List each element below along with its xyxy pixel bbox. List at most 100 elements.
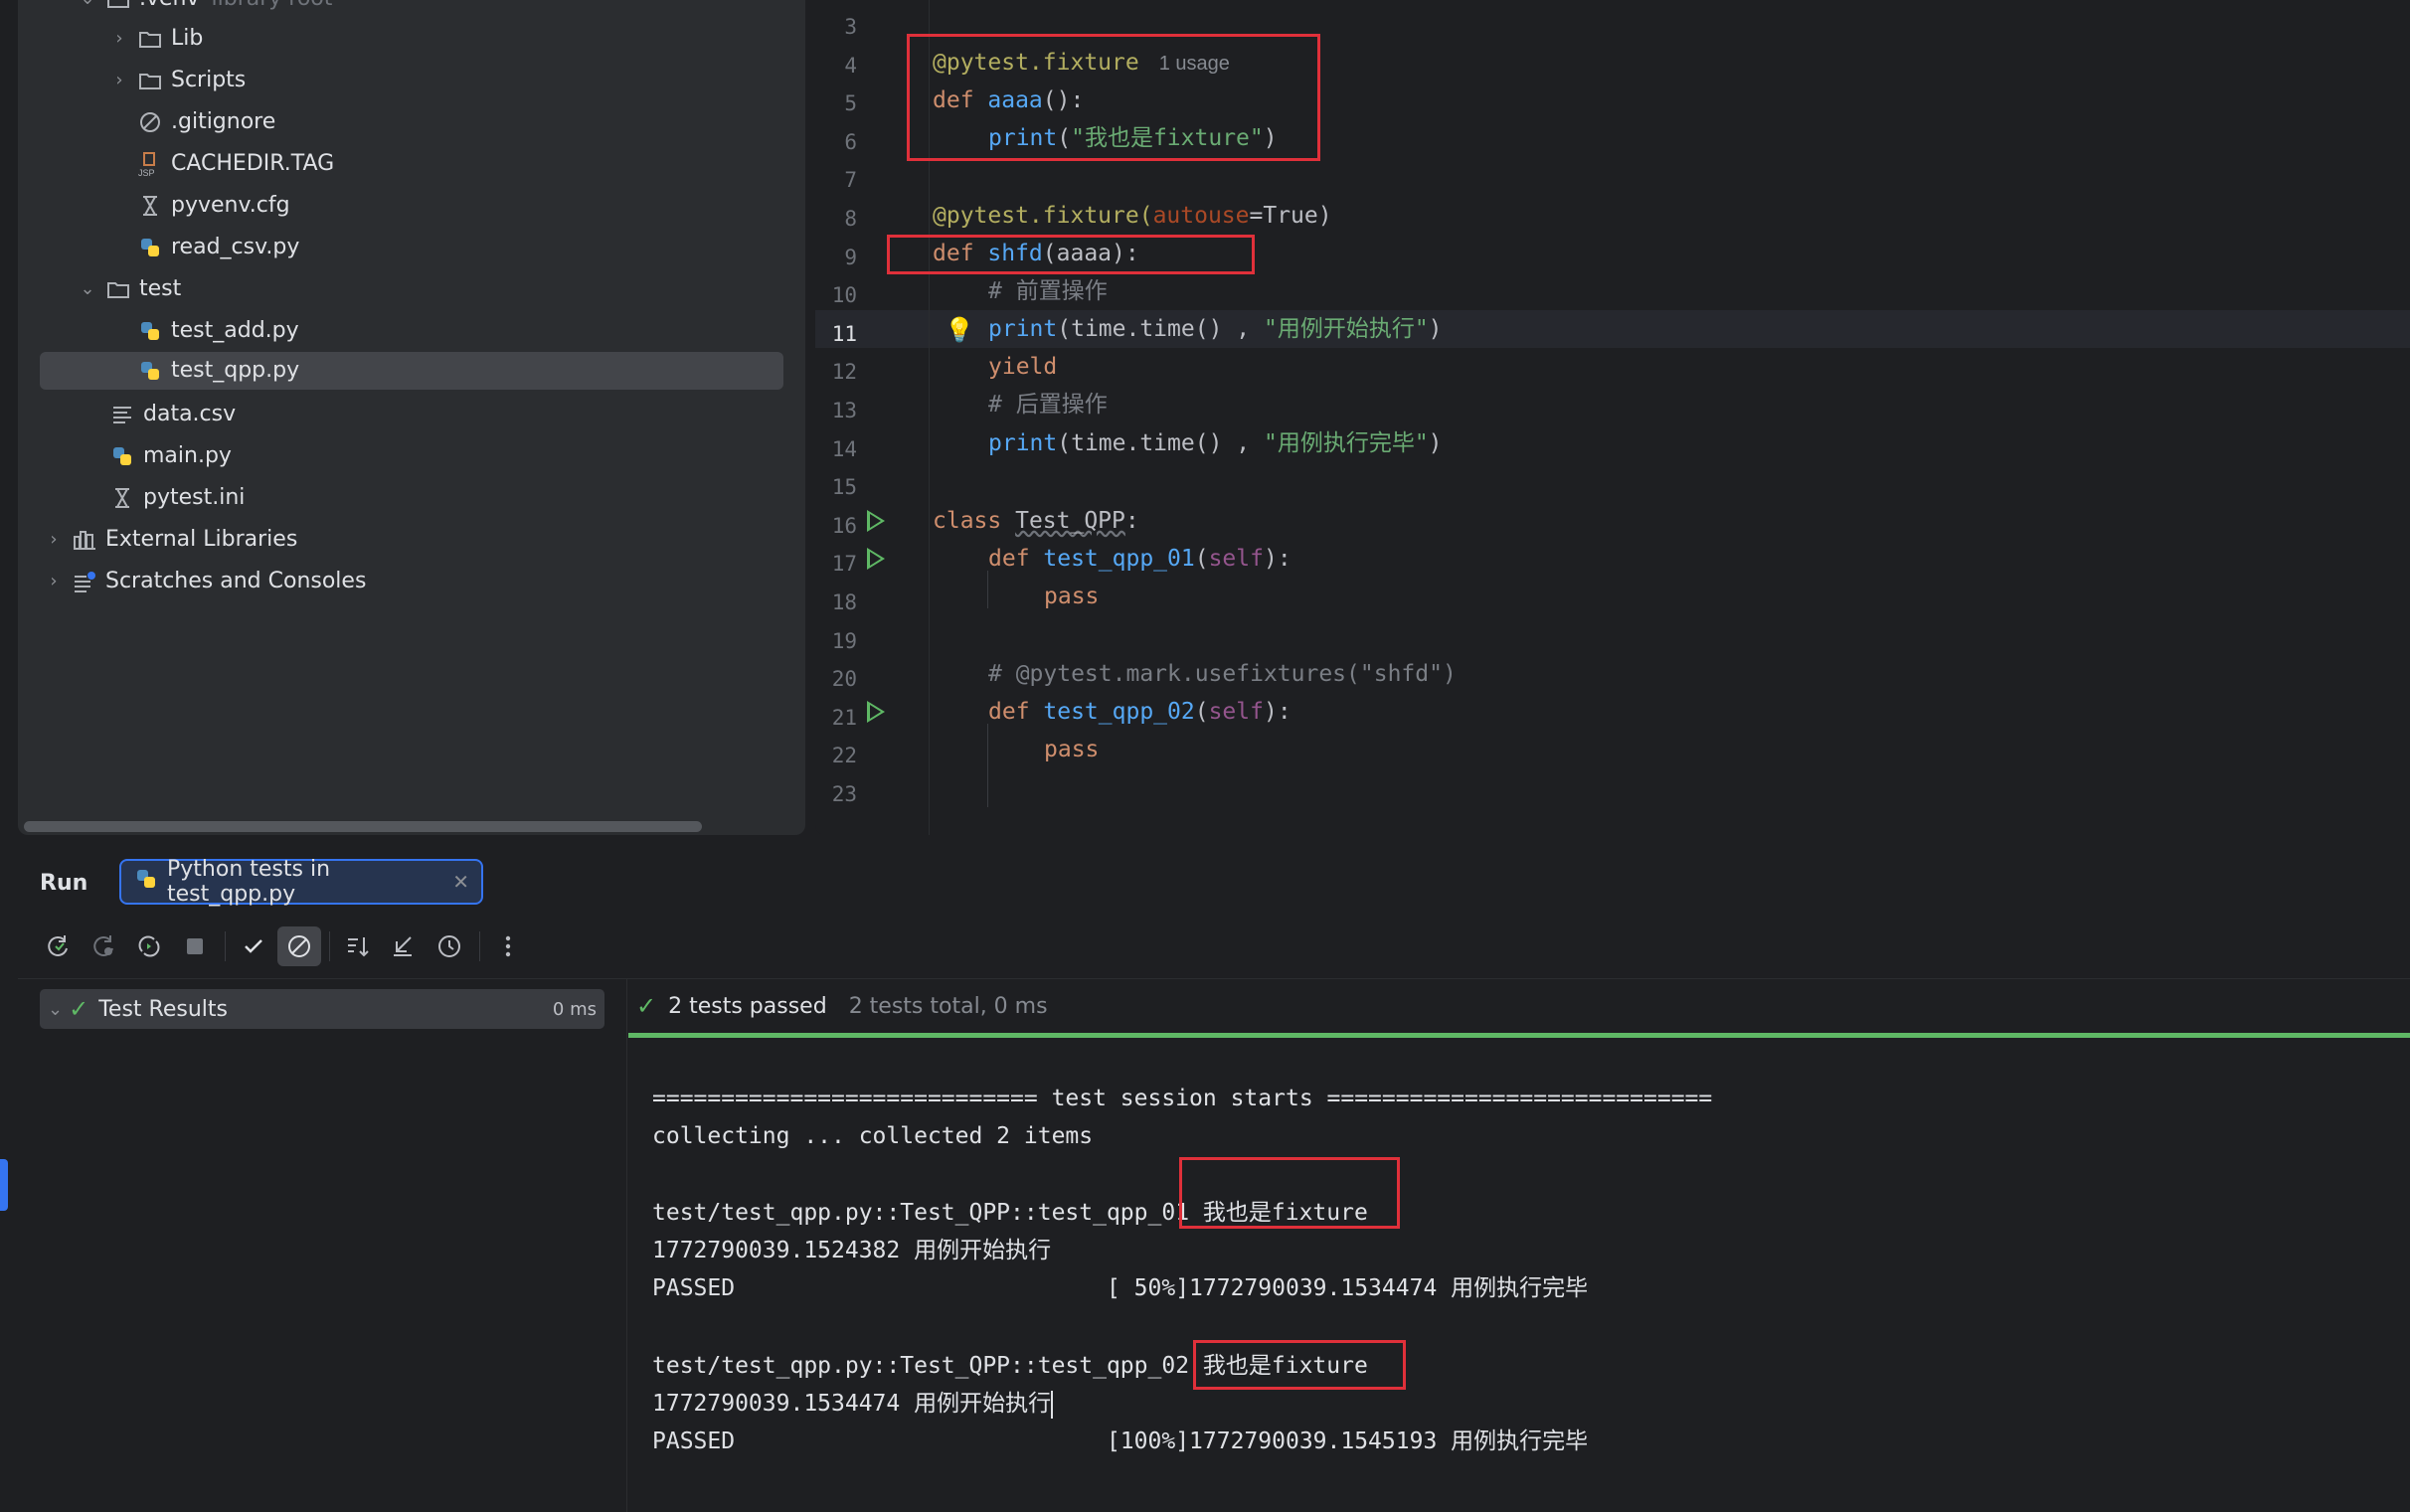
code-text: ) <box>1428 316 1443 342</box>
collapse-icon[interactable] <box>382 926 426 966</box>
tree-item-scripts[interactable]: › Scripts <box>109 62 246 99</box>
close-icon[interactable]: ✕ <box>452 870 469 894</box>
tree-item-label: External Libraries <box>105 527 298 552</box>
code-text: (time.time() , <box>1057 430 1264 456</box>
code-line-17: def test_qpp_01(self): <box>988 540 1291 578</box>
line-number: 11 <box>831 321 857 346</box>
tree-item-main[interactable]: main.py <box>109 437 232 475</box>
show-ignored-icon[interactable] <box>277 926 321 966</box>
line-number: 5 <box>844 91 857 116</box>
toggle-auto-test-icon[interactable] <box>127 926 171 966</box>
tree-item-data-csv[interactable]: data.csv <box>109 396 236 433</box>
run-test-icon[interactable] <box>867 548 885 570</box>
tree-item-venv[interactable]: ⌄ .venv library root <box>78 0 332 18</box>
tree-item-test[interactable]: ⌄ test <box>78 270 181 308</box>
line-number: 20 <box>831 667 857 692</box>
config-file-icon <box>109 485 135 511</box>
self-param: self <box>1208 546 1264 572</box>
passed-check-icon: ✓ <box>636 992 657 1020</box>
keyword: def <box>988 546 1044 572</box>
text-file-icon <box>109 402 135 427</box>
line-number: 12 <box>831 360 857 385</box>
test-results-tree: ⌄ ✓ Test Results 0 ms <box>18 979 627 1512</box>
run-test-icon[interactable] <box>867 701 885 723</box>
svg-text:JSP: JSP <box>138 168 155 177</box>
project-tool-window: ⌄ .venv library root › Lib › Scripts .gi… <box>18 0 805 835</box>
chevron-right-icon: › <box>115 70 123 90</box>
tree-item-label: pytest.ini <box>143 485 246 510</box>
console-line: 1772790039.1524382 用例开始执行 <box>652 1238 1052 1263</box>
chevron-right-icon: › <box>50 571 58 591</box>
tests-total-label: 2 tests total, 0 ms <box>848 993 1048 1019</box>
run-test-icon[interactable] <box>867 510 885 532</box>
tree-item-label: test_qpp.py <box>171 358 300 383</box>
sort-icon[interactable] <box>336 926 380 966</box>
tree-item-pyvenv[interactable]: pyvenv.cfg <box>137 187 290 225</box>
code-keyword-yield: yield <box>988 354 1058 380</box>
python-tests-icon <box>135 868 157 896</box>
tree-item-test-add[interactable]: test_add.py <box>137 312 299 350</box>
code-text: : <box>1124 508 1139 534</box>
code-editor[interactable]: 3 4 5 6 7 8 9 10 11 12 13 14 15 16 17 18 19 20 21 22 23 💡 @p… <box>815 0 2410 835</box>
tree-item-label: .gitignore <box>171 109 276 134</box>
test-progress-bar <box>628 1033 2410 1038</box>
python-file-icon <box>137 318 163 344</box>
line-number: 17 <box>831 552 857 577</box>
stop-icon[interactable] <box>173 926 217 966</box>
code-line-21: def test_qpp_02(self): <box>988 693 1291 731</box>
tree-item-read-csv[interactable]: read_csv.py <box>137 229 299 266</box>
chevron-down-icon: ⌄ <box>78 0 97 18</box>
show-passed-icon[interactable] <box>232 926 275 966</box>
chevron-down-icon: ⌄ <box>80 278 95 299</box>
line-number: 3 <box>844 15 857 39</box>
test-duration: 0 ms <box>552 998 597 1020</box>
history-icon[interactable] <box>428 926 471 966</box>
code-comment: # 前置操作 <box>988 278 1108 304</box>
folder-icon <box>137 26 163 52</box>
console-line: PASSED [ 50%]1772790039.1534474 用例执行完毕 <box>652 1275 1589 1301</box>
highlight-box <box>1193 1340 1406 1390</box>
tree-item-scratches[interactable]: › Scratches and Consoles <box>44 563 366 600</box>
tree-item-test-qpp[interactable]: test_qpp.py <box>40 352 783 390</box>
class-name: Test_QPP <box>1015 508 1125 534</box>
library-icon <box>72 527 97 553</box>
string-literal: "用例开始执行" <box>1263 316 1429 342</box>
rerun-icon[interactable] <box>36 926 80 966</box>
tree-item-label: Scratches and Consoles <box>105 569 367 593</box>
run-toolbar <box>36 924 532 968</box>
tree-item-label: .venv <box>139 0 200 18</box>
horizontal-scrollbar[interactable] <box>24 821 702 832</box>
jsp-file-icon: JSP <box>137 151 163 177</box>
code-text: ): <box>1263 699 1291 725</box>
line-number: 8 <box>844 207 857 231</box>
passed-check-icon: ✓ <box>69 995 89 1023</box>
tree-item-pytest-ini[interactable]: pytest.ini <box>109 479 245 517</box>
lightbulb-icon[interactable]: 💡 <box>945 316 974 344</box>
tests-passed-label: 2 tests passed <box>668 993 827 1019</box>
chevron-down-icon[interactable]: ⌄ <box>48 999 63 1020</box>
rerun-failed-icon[interactable] <box>82 926 125 966</box>
tree-item-label: Scripts <box>171 68 247 92</box>
highlight-box <box>907 34 1320 161</box>
string-literal: "用例执行完毕" <box>1263 430 1429 456</box>
tree-item-gitignore[interactable]: .gitignore <box>137 103 275 141</box>
line-number: 16 <box>831 513 857 538</box>
line-number: 6 <box>844 129 857 154</box>
test-results-root[interactable]: ⌄ ✓ Test Results 0 ms <box>40 989 604 1029</box>
test-results-label: Test Results <box>98 996 228 1022</box>
folder-icon <box>105 276 131 302</box>
text-cursor <box>1051 1390 1054 1419</box>
console-line: collecting ... collected 2 items <box>652 1123 1094 1149</box>
folder-icon <box>137 68 163 93</box>
line-number: 21 <box>831 705 857 730</box>
run-configuration-tab[interactable]: Python tests in test_qpp.py ✕ <box>119 857 483 907</box>
tree-item-cachedir[interactable]: JSP CACHEDIR.TAG <box>137 145 334 183</box>
more-icon[interactable] <box>486 926 530 966</box>
code-text: =True) <box>1249 203 1332 229</box>
code-text: (time.time() , <box>1057 316 1264 342</box>
python-file-icon <box>137 235 163 260</box>
tree-item-external-libraries[interactable]: › External Libraries <box>44 521 297 559</box>
code-line-11: print(time.time() , "用例开始执行") <box>988 310 1443 348</box>
line-number: 4 <box>844 53 857 78</box>
tree-item-lib[interactable]: › Lib <box>109 20 203 58</box>
